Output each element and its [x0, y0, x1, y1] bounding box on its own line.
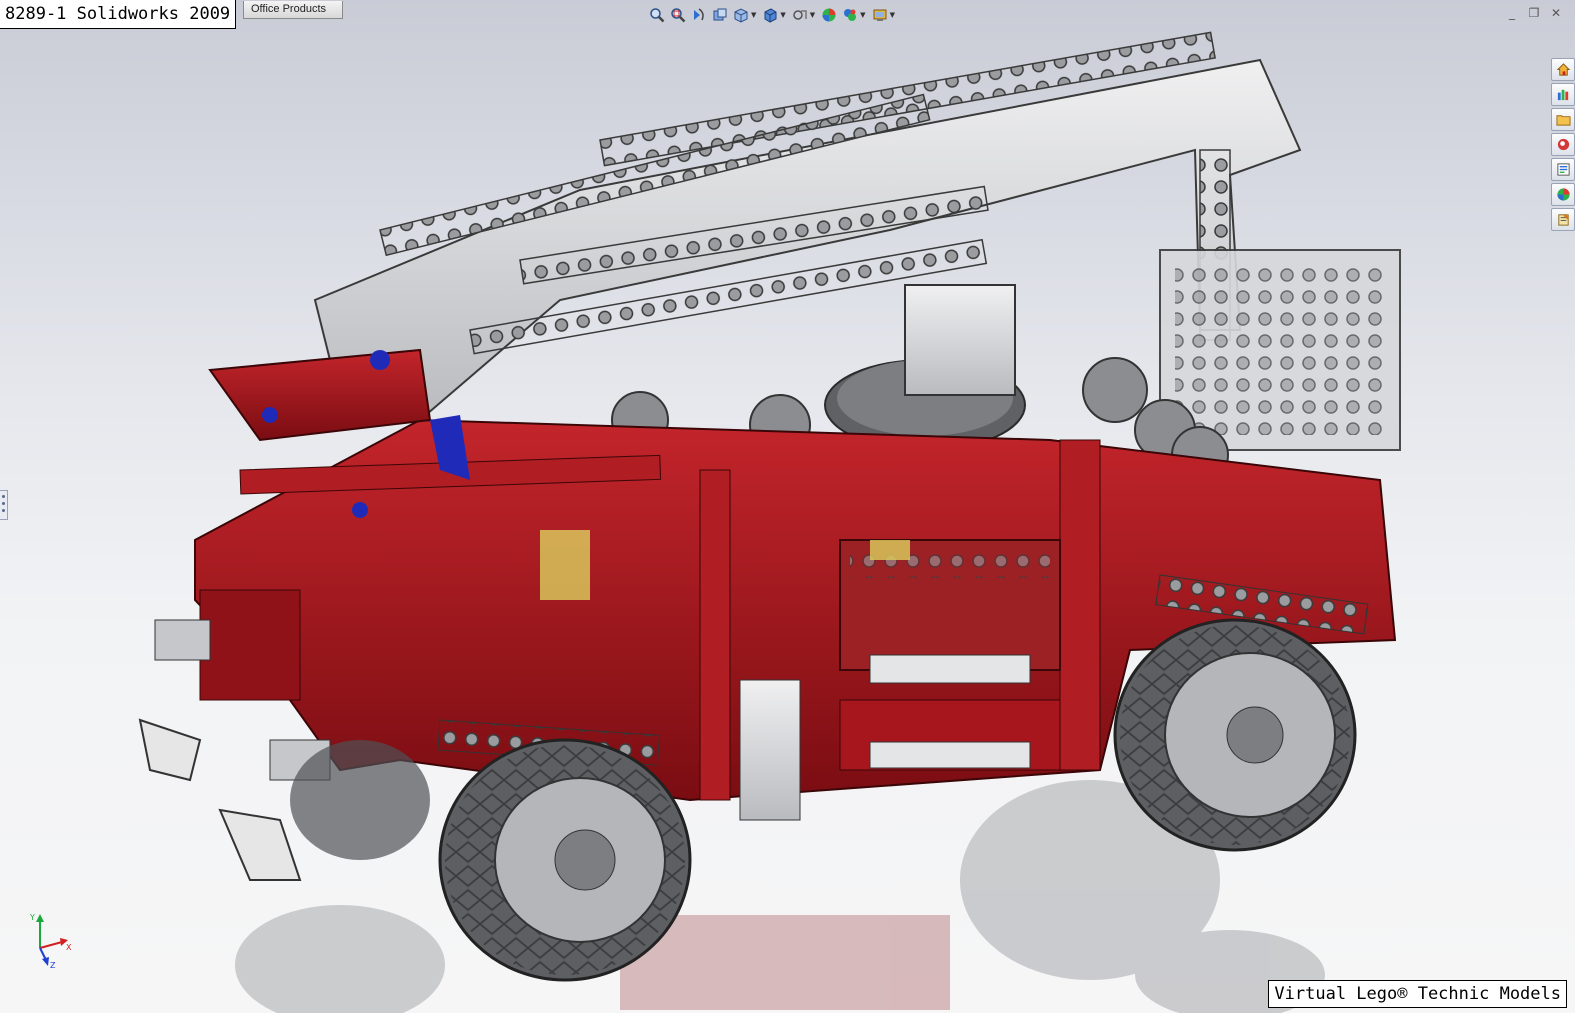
- custom-properties-icon[interactable]: [1551, 208, 1575, 231]
- graphics-viewport[interactable]: [0, 0, 1575, 1013]
- edit-appearance-icon[interactable]: [820, 6, 838, 24]
- tab-office-products[interactable]: Office Products: [243, 1, 343, 19]
- display-style-icon[interactable]: [761, 6, 779, 24]
- triad-y-label: Y: [29, 913, 35, 922]
- triad-x-label: X: [66, 943, 72, 952]
- model-title: 8289-1 Solidworks 2009: [0, 0, 237, 29]
- task-pane-tabs: [1551, 58, 1575, 231]
- reference-triad: Y X Z: [29, 913, 72, 970]
- minimize-icon[interactable]: _: [1505, 6, 1519, 20]
- appearances-scenes-icon[interactable]: [1551, 183, 1575, 206]
- display-style-dropdown-icon[interactable]: ▼: [780, 11, 785, 19]
- apply-scene-icon[interactable]: [841, 6, 859, 24]
- file-explorer-icon[interactable]: [1551, 108, 1575, 131]
- feature-manager-collapse-handle[interactable]: [0, 490, 8, 520]
- hide-show-items-icon[interactable]: [791, 6, 809, 24]
- previous-view-icon[interactable]: [690, 6, 708, 24]
- heads-up-view-toolbar: ▼ ▼ ▼ ▼ ▼: [648, 4, 897, 26]
- zoom-to-area-icon[interactable]: [669, 6, 687, 24]
- view-orientation-dropdown-icon[interactable]: ▼: [751, 11, 756, 19]
- triad-z-label: Z: [50, 961, 56, 970]
- close-icon[interactable]: ✕: [1549, 6, 1563, 20]
- solidworks-resources-icon[interactable]: [1551, 58, 1575, 81]
- design-library-icon[interactable]: [1551, 83, 1575, 106]
- view-settings-dropdown-icon[interactable]: ▼: [890, 11, 895, 19]
- wheel-rear: [1113, 618, 1357, 852]
- window-controls: _ ❐ ✕: [1505, 6, 1563, 20]
- hide-show-dropdown-icon[interactable]: ▼: [810, 11, 815, 19]
- apply-scene-dropdown-icon[interactable]: ▼: [860, 11, 865, 19]
- section-view-icon[interactable]: [711, 6, 729, 24]
- wheel-front-far: [290, 740, 430, 860]
- view-settings-icon[interactable]: [871, 6, 889, 24]
- wheel-front: [438, 738, 692, 982]
- view-palette-icon[interactable]: [1551, 158, 1575, 181]
- watermark-caption: Virtual Lego® Technic Models: [1268, 980, 1567, 1008]
- zoom-to-fit-icon[interactable]: [648, 6, 666, 24]
- restore-icon[interactable]: ❐: [1527, 6, 1541, 20]
- view-orientation-icon[interactable]: [732, 6, 750, 24]
- search-icon[interactable]: [1551, 133, 1575, 156]
